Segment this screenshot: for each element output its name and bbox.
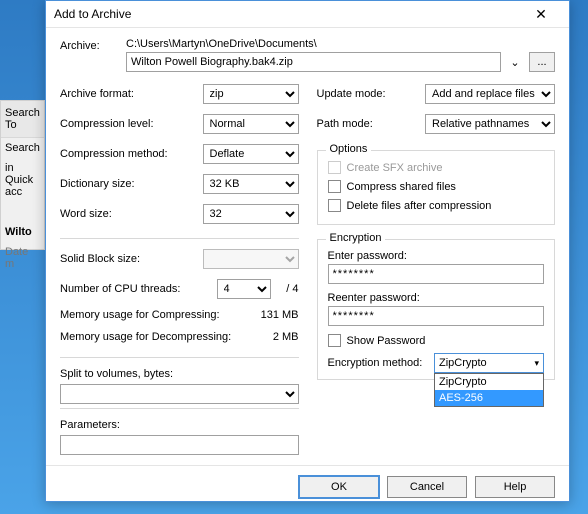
mem-comp-label: Memory usage for Compressing: bbox=[60, 309, 239, 321]
encryption-group: Encryption Enter password: Reenter passw… bbox=[317, 239, 556, 380]
reenter-pwd-label: Reenter password: bbox=[328, 292, 545, 304]
enc-opt-zipcrypto[interactable]: ZipCrypto bbox=[435, 374, 543, 390]
update-select[interactable]: Add and replace files bbox=[425, 84, 555, 104]
background-window: Search To Search in Quick acc Wilto Date… bbox=[0, 100, 45, 250]
sfx-label: Create SFX archive bbox=[347, 162, 443, 174]
solid-label: Solid Block size: bbox=[60, 253, 203, 265]
show-password-label: Show Password bbox=[347, 335, 426, 347]
options-title: Options bbox=[326, 143, 372, 155]
enc-method-dropdown: ZipCrypto AES-256 bbox=[434, 373, 544, 407]
threads-label: Number of CPU threads: bbox=[60, 283, 217, 295]
enc-opt-aes256[interactable]: AES-256 bbox=[435, 390, 543, 406]
split-select[interactable] bbox=[60, 384, 299, 404]
dict-label: Dictionary size: bbox=[60, 178, 203, 190]
right-column: Update mode: Add and replace files Path … bbox=[317, 84, 556, 455]
path-mode-select[interactable]: Relative pathnames bbox=[425, 114, 555, 134]
comp-method-select[interactable]: Deflate bbox=[203, 144, 299, 164]
delete-checkbox[interactable] bbox=[328, 199, 341, 212]
path-mode-label: Path mode: bbox=[317, 118, 426, 130]
enter-pwd-label: Enter password: bbox=[328, 250, 545, 262]
chevron-down-icon[interactable]: ⌄ bbox=[507, 52, 523, 72]
close-button[interactable]: ✕ bbox=[521, 1, 561, 27]
update-label: Update mode: bbox=[317, 88, 426, 100]
left-column: Archive format: zip Compression level: N… bbox=[60, 84, 299, 455]
dict-select[interactable]: 32 KB bbox=[203, 174, 299, 194]
mem-decomp-label: Memory usage for Decompressing: bbox=[60, 331, 239, 343]
dialog-title: Add to Archive bbox=[54, 7, 521, 21]
show-password-checkbox[interactable] bbox=[328, 334, 341, 347]
comp-level-label: Compression level: bbox=[60, 118, 203, 130]
ok-button[interactable]: OK bbox=[299, 476, 379, 498]
password-input[interactable] bbox=[328, 264, 545, 284]
bg-file: Wilto bbox=[1, 222, 44, 242]
comp-level-select[interactable]: Normal bbox=[203, 114, 299, 134]
threads-select[interactable]: 4 bbox=[217, 279, 271, 299]
archive-path: C:\Users\Martyn\OneDrive\Documents\ bbox=[126, 38, 555, 50]
mem-decomp-value: 2 MB bbox=[239, 331, 299, 343]
password-confirm-input[interactable] bbox=[328, 306, 545, 326]
shared-label: Compress shared files bbox=[347, 181, 456, 193]
solid-select bbox=[203, 249, 299, 269]
titlebar: Add to Archive ✕ bbox=[46, 1, 569, 28]
browse-button[interactable]: ... bbox=[529, 52, 555, 72]
bg-quick: in Quick acc bbox=[1, 158, 44, 202]
encryption-title: Encryption bbox=[326, 232, 386, 244]
shared-checkbox[interactable] bbox=[328, 180, 341, 193]
mem-comp-value: 131 MB bbox=[239, 309, 299, 321]
bg-date: Date m bbox=[1, 242, 44, 274]
archive-name-input[interactable] bbox=[126, 52, 501, 72]
chevron-down-icon: ▾ bbox=[534, 358, 539, 369]
bg-search-tab: Search To bbox=[1, 101, 44, 138]
enc-method-label: Encryption method: bbox=[328, 357, 429, 369]
help-button[interactable]: Help bbox=[475, 476, 555, 498]
format-select[interactable]: zip bbox=[203, 84, 299, 104]
params-input[interactable] bbox=[60, 435, 299, 455]
split-label: Split to volumes, bytes: bbox=[60, 368, 299, 380]
dialog-buttons: OK Cancel Help bbox=[46, 465, 569, 508]
word-label: Word size: bbox=[60, 208, 203, 220]
format-label: Archive format: bbox=[60, 88, 203, 100]
sfx-checkbox bbox=[328, 161, 341, 174]
word-select[interactable]: 32 bbox=[203, 204, 299, 224]
delete-label: Delete files after compression bbox=[347, 200, 492, 212]
bg-search: Search bbox=[1, 138, 44, 158]
comp-method-label: Compression method: bbox=[60, 148, 203, 160]
add-to-archive-dialog: Add to Archive ✕ Archive: C:\Users\Marty… bbox=[45, 0, 570, 502]
archive-label: Archive: bbox=[60, 38, 118, 72]
enc-method-select[interactable]: ZipCrypto ▾ bbox=[434, 353, 544, 373]
threads-max: / 4 bbox=[271, 283, 299, 295]
cancel-button[interactable]: Cancel bbox=[387, 476, 467, 498]
params-label: Parameters: bbox=[60, 419, 299, 431]
options-group: Options Create SFX archive Compress shar… bbox=[317, 150, 556, 225]
